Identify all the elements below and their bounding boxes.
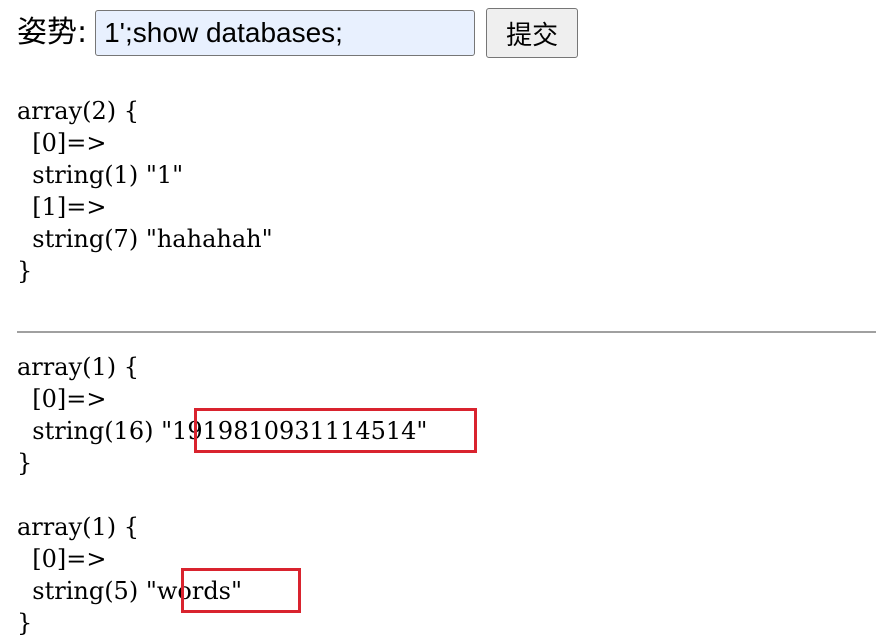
dump-line: array(1) {: [17, 513, 140, 541]
highlight-box-words: [181, 568, 301, 613]
dump-line: array(2) {: [17, 97, 140, 125]
highlight-box-table-name: [194, 408, 477, 453]
query-form: 姿势: 提交: [17, 8, 579, 58]
dump-line: [0]=>: [17, 545, 107, 573]
dump-line: string(1) "1": [17, 161, 184, 189]
dump-line: [0]=>: [17, 129, 107, 157]
result-dump-1: array(2) { [0]=> string(1) "1" [1]=> str…: [17, 95, 273, 287]
submit-button[interactable]: 提交: [486, 8, 579, 58]
dump-line: [1]=>: [17, 193, 107, 221]
query-input[interactable]: [95, 10, 476, 56]
dump-line: }: [17, 609, 33, 637]
dump-line: array(1) {: [17, 353, 140, 381]
horizontal-divider: [17, 331, 876, 333]
form-label: 姿势:: [17, 15, 88, 50]
dump-line: [0]=>: [17, 385, 107, 413]
dump-line: string(7) "hahahah": [17, 225, 273, 253]
dump-line: }: [17, 449, 33, 477]
dump-line: }: [17, 257, 33, 285]
